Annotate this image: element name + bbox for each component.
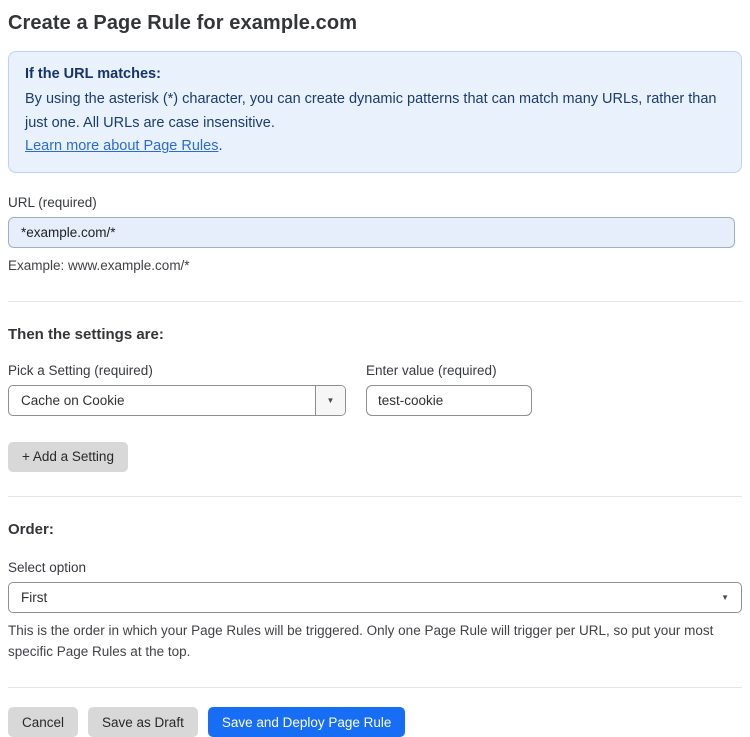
footer-buttons: Cancel Save as Draft Save and Deploy Pag…	[8, 707, 742, 737]
settings-row: Pick a Setting (required) Cache on Cooki…	[8, 343, 742, 416]
save-and-deploy-button[interactable]: Save and Deploy Page Rule	[207, 707, 406, 737]
divider	[8, 495, 742, 497]
chevron-down-icon: ▼	[721, 592, 729, 602]
pick-setting-column: Pick a Setting (required) Cache on Cooki…	[8, 343, 346, 416]
divider	[8, 300, 742, 302]
setting-value-input[interactable]	[366, 384, 532, 416]
order-selected-value: First	[21, 589, 48, 605]
info-box-link-line: Learn more about Page Rules.	[25, 135, 725, 158]
order-select[interactable]: First ▼	[8, 581, 742, 613]
enter-value-label: Enter value (required)	[366, 362, 497, 378]
info-box-body: By using the asterisk (*) character, you…	[25, 91, 717, 131]
enter-value-column: Enter value (required)	[366, 343, 532, 416]
url-example-text: Example: www.example.com/*	[8, 257, 190, 273]
pick-setting-dropdown[interactable]: Cache on Cookie ▼	[8, 384, 346, 416]
url-field-label: URL (required)	[8, 194, 97, 210]
pick-setting-selected-value: Cache on Cookie	[21, 392, 125, 408]
page-title: Create a Page Rule for example.com	[8, 12, 358, 34]
save-as-draft-button[interactable]: Save as Draft	[88, 707, 198, 737]
pick-setting-label: Pick a Setting (required)	[8, 362, 153, 378]
divider	[8, 687, 742, 689]
order-section-heading: Order:	[8, 520, 54, 538]
link-suffix: .	[218, 138, 223, 155]
settings-section-heading: Then the settings are:	[8, 325, 164, 343]
order-help-text: This is the order in which your Page Rul…	[8, 622, 714, 660]
add-setting-button[interactable]: + Add a Setting	[8, 441, 128, 472]
learn-more-link[interactable]: Learn more about Page Rules	[25, 138, 218, 154]
url-input[interactable]	[8, 216, 735, 248]
chevron-down-icon[interactable]: ▼	[315, 385, 345, 415]
info-box-heading: If the URL matches:	[25, 66, 161, 82]
order-select-label: Select option	[8, 559, 87, 575]
url-match-info-box: If the URL matches: By using the asteris…	[8, 51, 742, 173]
cancel-button[interactable]: Cancel	[8, 707, 79, 737]
